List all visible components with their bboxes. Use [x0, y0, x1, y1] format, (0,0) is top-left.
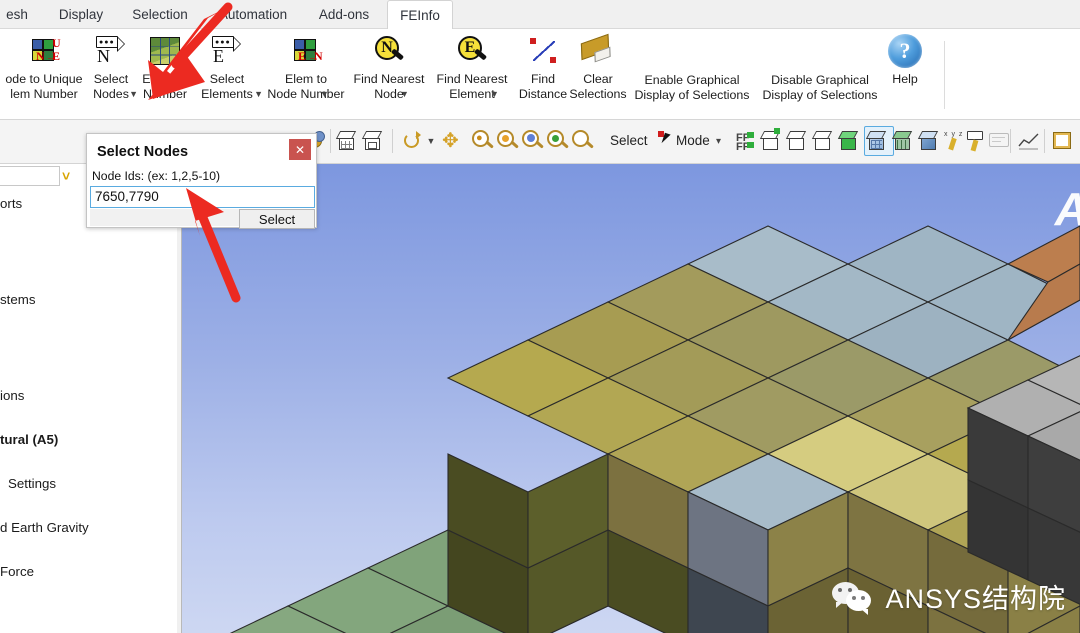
body-views-2-icon[interactable]: [785, 126, 810, 156]
ribbon-label: Find Nearest Node: [353, 72, 425, 101]
toolbar-separator: [1044, 129, 1045, 153]
cube-n-icon: E N →: [258, 33, 354, 69]
ansys-logo-fragment: A: [1055, 182, 1080, 236]
xyz-probe-icon[interactable]: x y z: [944, 126, 966, 156]
tree-item-structural-a5[interactable]: tural (A5): [0, 428, 182, 452]
ribbon-help[interactable]: ? Help: [878, 33, 932, 87]
outline-tree: orts stems ions tural (A5) Settings d Ea…: [0, 192, 182, 633]
tab-selection[interactable]: Selection: [117, 0, 203, 29]
ansys-mechanical-window: esh Display Selection Automation Add-ons…: [0, 0, 1080, 633]
tree-item-3[interactable]: [0, 336, 182, 360]
zoom-icon[interactable]: ●: [472, 126, 494, 156]
body-views-1-icon[interactable]: [759, 126, 784, 156]
ribbon-select-elements[interactable]: ●●● E Select Elements ▼: [190, 33, 264, 101]
ribbon-label: Disable Graphical Display of Selections: [762, 73, 878, 102]
tag-e-icon: ●●● E: [190, 33, 264, 69]
toolbar-separator: [1010, 129, 1011, 153]
ribbon-separator: [944, 41, 945, 109]
tag-n-icon: ●●● N: [80, 33, 142, 69]
zoom-box-icon[interactable]: [547, 126, 569, 156]
ribbon-panel: U N E → ode to Unique lem Number ●●● N S…: [0, 29, 1080, 120]
ribbon-label: Find Nearest Element: [436, 72, 508, 101]
dialog-title: Select Nodes: [97, 144, 189, 160]
search-outline-row: rch Outline ˅: [0, 164, 90, 188]
dialog-button-bar: Select: [90, 209, 315, 229]
mesh-model: [229, 225, 1080, 633]
named-selection-icon[interactable]: FF FF: [736, 126, 758, 156]
rotate-dropdown-icon[interactable]: ▼: [426, 126, 436, 156]
ribbon-label: Enable Graphical Display of Selections: [634, 73, 750, 102]
watermark-text: ANSYS结构院: [885, 584, 1066, 614]
ribbon-tabstrip: esh Display Selection Automation Add-ons…: [0, 0, 1080, 30]
node-ids-input[interactable]: 7650,7790: [90, 186, 315, 208]
chevron-down-icon[interactable]: ▼: [320, 87, 329, 102]
wireframe-icon[interactable]: [335, 126, 360, 156]
ribbon-select-nodes[interactable]: ●●● N Select Nodes ▼: [80, 33, 142, 101]
watermark: ANSYS结构院: [832, 577, 1066, 616]
ribbon-label: Help: [892, 72, 918, 86]
mesh-display-3-icon[interactable]: [917, 126, 942, 156]
tree-item-earth-gravity[interactable]: d Earth Gravity: [0, 516, 182, 540]
select-button[interactable]: Select: [239, 209, 315, 229]
label-probe-icon[interactable]: [966, 126, 988, 156]
clipboard-icon[interactable]: [1052, 126, 1074, 156]
ribbon-clear-selections[interactable]: Clear Selections: [562, 33, 634, 101]
tab-display[interactable]: Display: [45, 0, 117, 29]
tab-automation[interactable]: Automation: [203, 0, 303, 29]
help-icon: ?: [878, 33, 932, 69]
tab-mesh[interactable]: esh: [0, 0, 48, 29]
tree-item-force[interactable]: Force: [0, 560, 182, 584]
sidebar-scrollbar[interactable]: [177, 164, 181, 633]
tree-item-1[interactable]: [0, 240, 182, 264]
close-icon[interactable]: ✕: [289, 139, 311, 160]
ribbon-find-nearest-element[interactable]: E Find Nearest Element ▼: [426, 33, 518, 101]
chevron-down-icon[interactable]: ▼: [490, 87, 499, 102]
body-views-4-icon[interactable]: [837, 126, 862, 156]
magnifier-icon[interactable]: [572, 126, 594, 156]
tree-item-9[interactable]: [0, 604, 182, 628]
toolbar-separator: [392, 129, 393, 153]
mesh-display-2-icon[interactable]: [891, 126, 916, 156]
body-views-3-icon[interactable]: [811, 126, 836, 156]
tab-feinfo[interactable]: FEInfo: [387, 0, 453, 30]
tree-item-analysis-settings[interactable]: Settings: [0, 472, 182, 496]
cursor-mode-icon[interactable]: [658, 126, 678, 156]
search-outline-input[interactable]: rch Outline: [0, 166, 60, 186]
toolbar-select-label[interactable]: Select: [610, 133, 648, 148]
wechat-icon: [832, 581, 876, 615]
mesh-icon: [134, 33, 196, 69]
tab-add-ons[interactable]: Add-ons: [303, 0, 385, 29]
ribbon-label: Select Elements: [201, 72, 253, 101]
tree-item-2[interactable]: stems: [0, 288, 182, 312]
node-ids-hint-label: Node Ids: (ex: 1,2,5-10): [92, 169, 221, 183]
ribbon-label: Elem to Node Number: [267, 72, 345, 101]
rotate-icon[interactable]: [402, 126, 424, 156]
tree-item-4[interactable]: ions: [0, 384, 182, 408]
zoom-to-fit-icon[interactable]: [522, 126, 544, 156]
mode-chevron-down-icon[interactable]: ▾: [716, 136, 721, 147]
eraser-icon: [562, 33, 634, 69]
zoom-in-icon[interactable]: [497, 126, 519, 156]
mesh-display-icon[interactable]: [865, 126, 890, 156]
magnifier-n-icon: N: [344, 33, 434, 69]
ribbon-element-number[interactable]: Element Number: [134, 33, 196, 101]
pan-icon[interactable]: ✥: [442, 126, 464, 156]
graphics-viewport[interactable]: A ANSYS结构院: [182, 164, 1080, 633]
select-nodes-dialog[interactable]: Select Nodes ✕ Node Ids: (ex: 1,2,5-10) …: [86, 133, 317, 229]
outline-sidebar: rch Outline ˅ orts stems ions tural (A5)…: [0, 164, 182, 633]
ribbon-label: Element Number: [142, 72, 188, 101]
chevron-down-icon[interactable]: ▼: [400, 87, 409, 102]
ribbon-label: Clear Selections: [569, 72, 627, 101]
ribbon-find-nearest-node[interactable]: N Find Nearest Node ▼: [344, 33, 434, 101]
chart-icon[interactable]: [1018, 126, 1040, 156]
toolbar-separator: [330, 129, 331, 153]
ribbon-enable-graphical-display-of-selections[interactable]: Enable Graphical Display of Selections: [626, 73, 758, 102]
toolbar-mode-label[interactable]: Mode: [676, 133, 710, 148]
show-mesh-icon[interactable]: [361, 126, 386, 156]
ribbon-disable-graphical-display-of-selections[interactable]: Disable Graphical Display of Selections: [754, 73, 886, 102]
ribbon-elem-to-node-number[interactable]: E N → Elem to Node Number ▼: [258, 33, 354, 101]
chevron-down-icon[interactable]: ˅: [62, 168, 70, 184]
annotation-icon[interactable]: [988, 126, 1012, 156]
magnifier-e-icon: E: [426, 33, 518, 69]
